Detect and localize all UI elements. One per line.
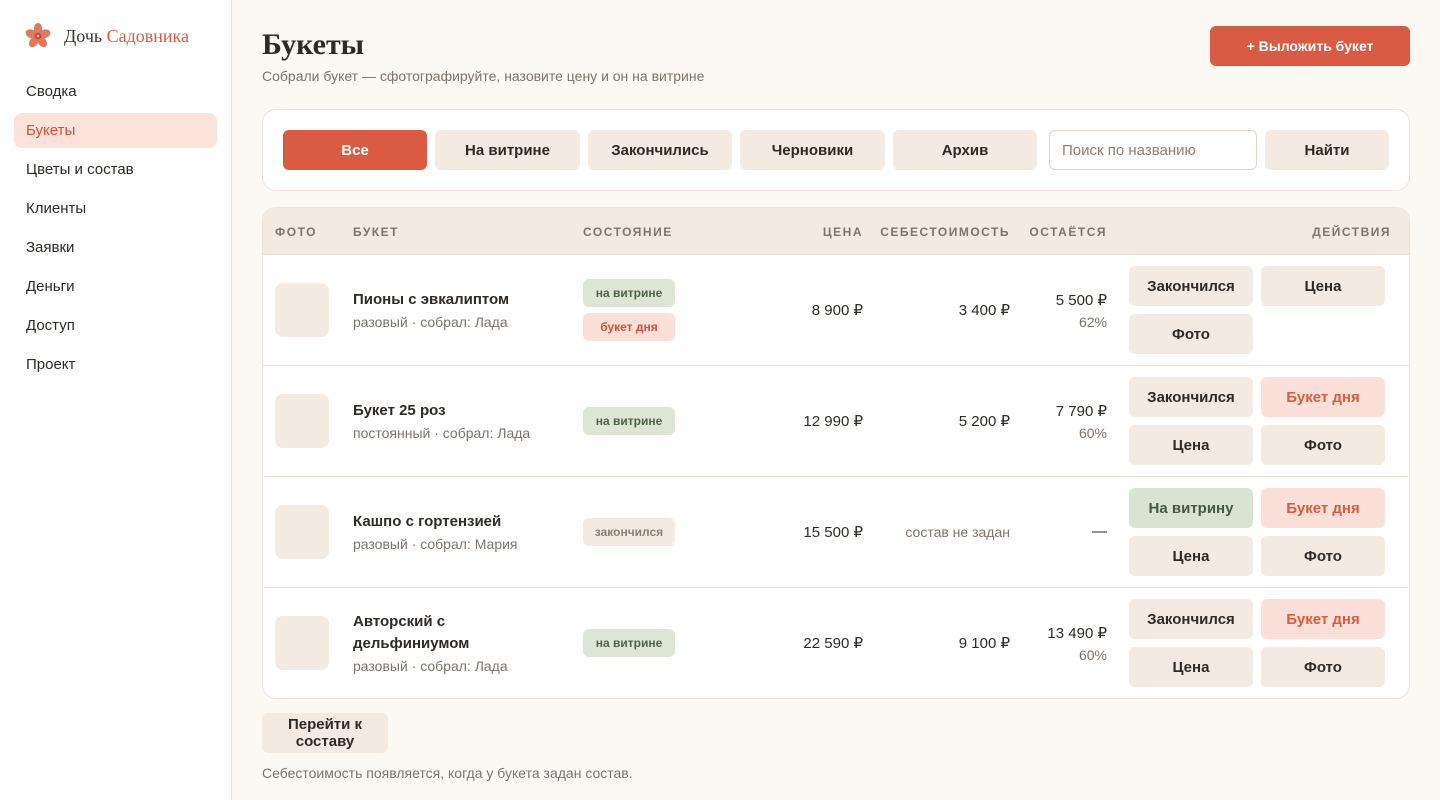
table-header: ФОТО БУКЕТ СОСТОЯНИЕ ЦЕНА СЕБЕСТОИМОСТЬ … [263,208,1409,255]
photo-button[interactable]: Фото [1261,536,1385,576]
cost-value: 3 400 ₽ [958,302,1010,319]
add-bouquet-button[interactable]: + Выложить букет [1210,26,1410,66]
status-badge: на витрине [583,629,675,657]
sidebar-item-clients[interactable]: Клиенты [14,191,217,226]
cost-value: состав не задан [905,524,1010,540]
sidebar-item-flowers[interactable]: Цветы и состав [14,152,217,187]
remain-value: 13 490 ₽ [1047,625,1107,642]
cost-value: 5 200 ₽ [958,413,1010,430]
price-button[interactable]: Цена [1129,536,1253,576]
bouquet-name: Кашпо с гортензией [353,513,502,530]
bouquet-name: Пионы с эвкалиптом [353,291,510,308]
brand-name: Дочь Садовника [64,25,189,46]
filter-tab-all[interactable]: Все [283,130,427,170]
sidebar: Дочь Садовника Сводка Букеты Цветы и сос… [0,0,232,800]
bouquet-photo[interactable] [275,505,329,559]
mark-soldout-button[interactable]: Закончился [1129,377,1253,417]
remain-value: 5 500 ₽ [1055,292,1107,309]
sidebar-item-access[interactable]: Доступ [14,308,217,343]
column-header-photo: ФОТО [275,225,317,239]
go-to-composition-button[interactable]: Перейти к составу [262,713,388,753]
to-showcase-button[interactable]: На витрину [1129,488,1253,528]
photo-button[interactable]: Фото [1129,314,1253,354]
photo-button[interactable]: Фото [1261,425,1385,465]
table-row: Кашпо с гортензией разовый · собрал: Мар… [263,477,1409,588]
page-subtitle: Собрали букет — сфотографируйте, назовит… [262,68,705,84]
bouquet-meta: разовый · собрал: Лада [353,658,508,674]
price-value: 15 500 ₽ [803,524,863,541]
bouquet-of-day-button[interactable]: Букет дня [1261,599,1385,639]
bouquet-photo[interactable] [275,283,329,337]
page-title: Букеты [262,28,365,61]
filter-tab-drafts[interactable]: Черновики [740,130,885,170]
column-header-bouquet: БУКЕТ [353,225,399,239]
bouquet-name: Авторский с дельфиниумом [353,613,470,652]
bouquet-name: Букет 25 роз [353,402,446,419]
photo-button[interactable]: Фото [1261,647,1385,687]
remain-percent: 62% [1078,314,1107,330]
search-input[interactable] [1049,130,1257,170]
bouquet-of-day-button[interactable]: Букет дня [1261,377,1385,417]
bouquet-meta: разовый · собрал: Мария [353,536,518,552]
sidebar-item-money[interactable]: Деньги [14,269,217,304]
sidebar-item-project[interactable]: Проект [14,347,217,382]
table-row: Авторский с дельфиниумом разовый · собра… [263,588,1409,698]
sidebar-item-bouquets[interactable]: Букеты [14,113,217,148]
bouquet-photo[interactable] [275,394,329,448]
filter-tab-showcase[interactable]: На витрине [435,130,580,170]
footer-note: Себестоимость появляется, когда у букета… [262,765,633,781]
column-header-price: ЦЕНА [822,225,863,239]
table-row: Пионы с эвкалиптом разовый · собрал: Лад… [263,255,1409,366]
price-button[interactable]: Цена [1261,266,1385,306]
status-badge: закончился [583,518,675,546]
cost-value: 9 100 ₽ [958,635,1010,652]
table-row: Букет 25 роз постоянный · собрал: Лада н… [263,366,1409,477]
mark-soldout-button[interactable]: Закончился [1129,599,1253,639]
status-badge: на витрине [583,279,675,307]
search-button[interactable]: Найти [1265,130,1389,170]
price-button[interactable]: Цена [1129,647,1253,687]
bouquet-photo[interactable] [275,616,329,670]
remain-percent: 60% [1078,647,1107,663]
mark-soldout-button[interactable]: Закончился [1129,266,1253,306]
remain-value: 7 790 ₽ [1055,403,1107,420]
column-header-actions: ДЕЙСТВИЯ [1312,225,1391,239]
filter-tab-soldout[interactable]: Закончились [588,130,732,170]
bouquet-of-day-button[interactable]: Букет дня [1261,488,1385,528]
status-badge: на витрине [583,407,675,435]
remain-value: — [1092,523,1107,540]
filter-tab-archive[interactable]: Архив [893,130,1037,170]
price-value: 22 590 ₽ [803,635,863,652]
price-value: 8 900 ₽ [811,302,863,319]
status-badge: букет дня [583,313,675,341]
column-header-status: СОСТОЯНИЕ [583,225,673,239]
sidebar-item-summary[interactable]: Сводка [14,74,217,109]
price-button[interactable]: Цена [1129,425,1253,465]
column-header-cost: СЕБЕСТОИМОСТЬ [880,225,1010,239]
bouquet-meta: разовый · собрал: Лада [353,314,508,330]
column-header-remain: ОСТАЁТСЯ [1029,225,1107,239]
filter-bar: Все На витрине Закончились Черновики Арх… [262,109,1410,191]
sidebar-item-orders[interactable]: Заявки [14,230,217,265]
flower-icon [25,23,51,48]
bouquets-table: ФОТО БУКЕТ СОСТОЯНИЕ ЦЕНА СЕБЕСТОИМОСТЬ … [262,207,1410,699]
remain-percent: 60% [1078,425,1107,441]
brand-logo[interactable]: Дочь Садовника [24,20,189,52]
sidebar-nav: Сводка Букеты Цветы и состав Клиенты Зая… [14,74,217,386]
bouquet-meta: постоянный · собрал: Лада [353,425,531,441]
price-value: 12 990 ₽ [803,413,863,430]
